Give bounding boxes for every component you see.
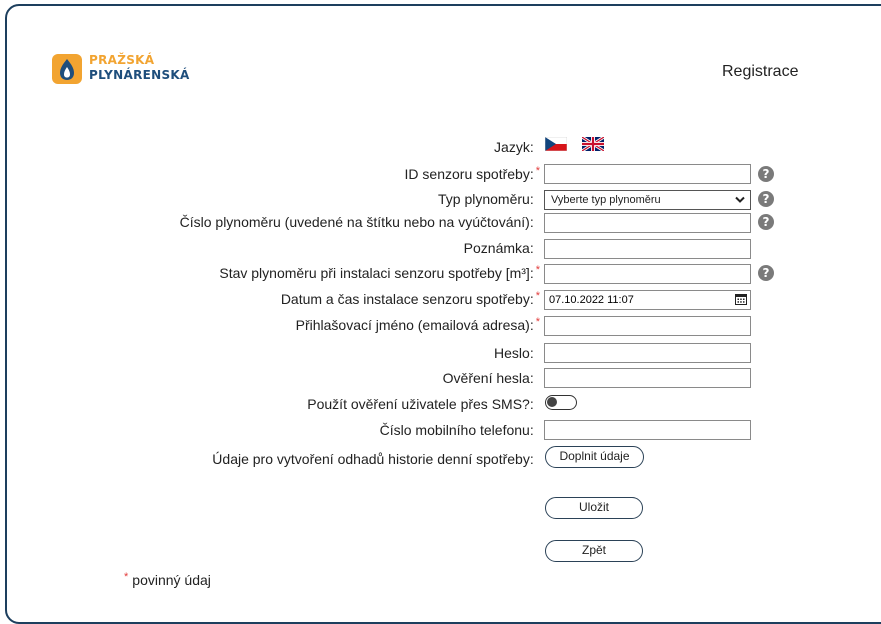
sensor-id-help-icon[interactable]: ? [758,166,774,182]
brand-name-line2: PLYNÁRENSKÁ [89,68,190,82]
chevron-down-icon [735,196,745,203]
flame-logo-icon [52,54,82,84]
czech-flag-icon[interactable] [545,137,567,151]
brand-name-line1: PRAŽSKÁ [89,53,155,67]
toggle-knob [547,397,557,407]
note-input[interactable] [544,239,751,259]
mobile-number-label: Číslo mobilního telefonu:* [379,422,534,438]
meter-type-help-icon[interactable]: ? [758,191,774,207]
password-input[interactable] [544,343,751,363]
login-email-label: Přihlašovací jméno (emailová adresa): * [295,316,540,333]
sms-verification-label: Použít ověření uživatele přes SMS?:* [307,396,534,412]
brand-logo: PRAŽSKÁ PLYNÁRENSKÁ [52,50,212,86]
meter-number-input[interactable] [544,213,751,233]
required-legend-text: povinný údaj [132,572,211,588]
meter-type-selected: Vyberte typ plynoměru [551,194,661,206]
mobile-number-input[interactable] [544,420,751,440]
note-label: Poznámka:* [463,240,534,256]
page-frame [5,4,881,624]
password-confirm-input[interactable] [544,368,751,388]
calendar-icon[interactable] [735,293,747,305]
meter-reading-help-icon[interactable]: ? [758,265,774,281]
required-legend: * povinný údaj [124,571,211,590]
fill-data-button[interactable]: Doplnit údaje [545,446,644,468]
sms-verification-toggle[interactable] [545,395,577,410]
page-title: Registrace [722,63,799,80]
uk-flag-icon[interactable] [582,137,604,151]
install-datetime-input[interactable] [544,290,751,310]
language-label: Jazyk:* [494,139,534,155]
meter-reading-input[interactable] [544,264,751,284]
login-email-input[interactable] [544,316,751,336]
meter-number-help-icon[interactable]: ? [758,214,774,230]
meter-type-label: Typ plynoměru:* [438,191,534,207]
meter-reading-label: Stav plynoměru při instalaci senzoru spo… [219,264,540,281]
meter-number-label: Číslo plynoměru (uvedené na štítku nebo … [179,214,534,230]
sensor-id-input[interactable] [544,164,751,184]
password-confirm-label: Ověření hesla:* [442,370,534,386]
back-button[interactable]: Zpět [545,540,643,562]
install-datetime-label: Datum a čas instalace senzoru spotřeby: * [280,290,540,307]
meter-type-select[interactable]: Vyberte typ plynoměru [544,190,751,210]
password-label: Heslo:* [494,345,534,361]
required-legend-mark: * [124,571,129,583]
sensor-id-label: ID senzoru spotřeby: * [404,165,540,182]
save-button[interactable]: Uložit [545,497,643,519]
consumption-history-label: Údaje pro vytvoření odhadů historie denn… [212,451,534,467]
